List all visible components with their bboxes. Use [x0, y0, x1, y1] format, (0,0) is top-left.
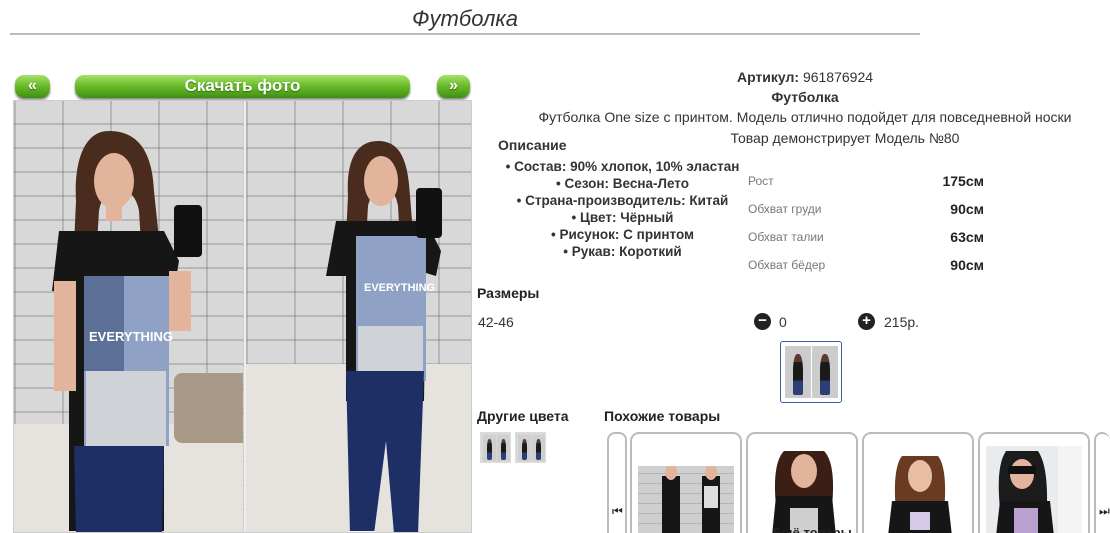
- description-item: Состав: 90% хлопок, 10% эластан: [480, 158, 765, 175]
- next-photo-button[interactable]: »: [437, 75, 470, 98]
- model-note: Товар демонстрирует Модель №80: [730, 130, 960, 146]
- sizes-title: Размеры: [477, 285, 540, 301]
- similar-next-arrow[interactable]: ⏭: [1094, 432, 1110, 533]
- article-label: Артикул:: [736, 69, 800, 85]
- description-item: Рисунок: С принтом: [480, 226, 765, 243]
- prev-photo-button[interactable]: «: [15, 75, 50, 98]
- description-item: Рукав: Короткий: [480, 243, 765, 260]
- measurement-value: 90см: [950, 257, 984, 273]
- minus-icon[interactable]: −: [754, 313, 771, 330]
- product-description: Футболка One size с принтом. Модель отли…: [538, 109, 1072, 125]
- similar-product-card[interactable]: [978, 432, 1090, 533]
- similar-product-card[interactable]: [746, 432, 858, 533]
- description-item: Сезон: Весна-Лето: [480, 175, 765, 192]
- measurement-label: Обхват бёдер: [748, 258, 826, 272]
- article-value: 961876924: [802, 69, 874, 85]
- article-line: Артикул: 961876924: [505, 69, 1105, 85]
- price: 215р.: [884, 314, 920, 330]
- page-title: Футболка: [412, 6, 518, 31]
- description-title: Описание: [498, 137, 567, 153]
- svg-text:EVERYTHING: EVERYTHING: [89, 329, 173, 344]
- description-item: Страна-производитель: Китай: [480, 192, 765, 209]
- product-name: Футболка: [771, 89, 839, 105]
- quantity-value: 0: [779, 314, 787, 330]
- description-item: Цвет: Чёрный: [480, 209, 765, 226]
- product-photo-left: EVERYTHING: [14, 101, 243, 532]
- measurement-label: Обхват талии: [748, 230, 824, 244]
- product-photo-right: EVERYTHING: [244, 101, 471, 532]
- similar-prev-arrow[interactable]: ⏮: [607, 432, 627, 533]
- similar-products-title: Похожие товары: [604, 408, 721, 424]
- description-list: Состав: 90% хлопок, 10% эластан Сезон: В…: [480, 158, 765, 260]
- color-swatch-thumbnail[interactable]: [515, 432, 546, 463]
- measurement-value: 175см: [942, 173, 984, 189]
- more-products-link[interactable]: Ещё товары: [773, 525, 852, 533]
- similar-product-card[interactable]: [862, 432, 974, 533]
- other-colors-title: Другие цвета: [477, 408, 569, 424]
- svg-text:EVERYTHING: EVERYTHING: [364, 282, 435, 294]
- measurement-value: 63см: [950, 229, 984, 245]
- selected-photo-thumbnail[interactable]: [780, 341, 842, 403]
- measurement-label: Обхват груди: [748, 202, 822, 216]
- skip-forward-icon: ⏭: [1099, 504, 1110, 518]
- skip-back-icon: ⏮: [612, 504, 623, 518]
- plus-icon[interactable]: +: [858, 313, 875, 330]
- color-swatch-thumbnail[interactable]: [480, 432, 511, 463]
- download-photo-button[interactable]: Скачать фото: [75, 75, 410, 98]
- measurement-label: Рост: [748, 174, 774, 188]
- product-photo[interactable]: EVERYTHING EVERYTHING: [13, 100, 472, 533]
- size-value: 42-46: [478, 314, 514, 330]
- measurement-value: 90см: [950, 201, 984, 217]
- title-divider: [10, 33, 920, 35]
- similar-product-card[interactable]: [630, 432, 742, 533]
